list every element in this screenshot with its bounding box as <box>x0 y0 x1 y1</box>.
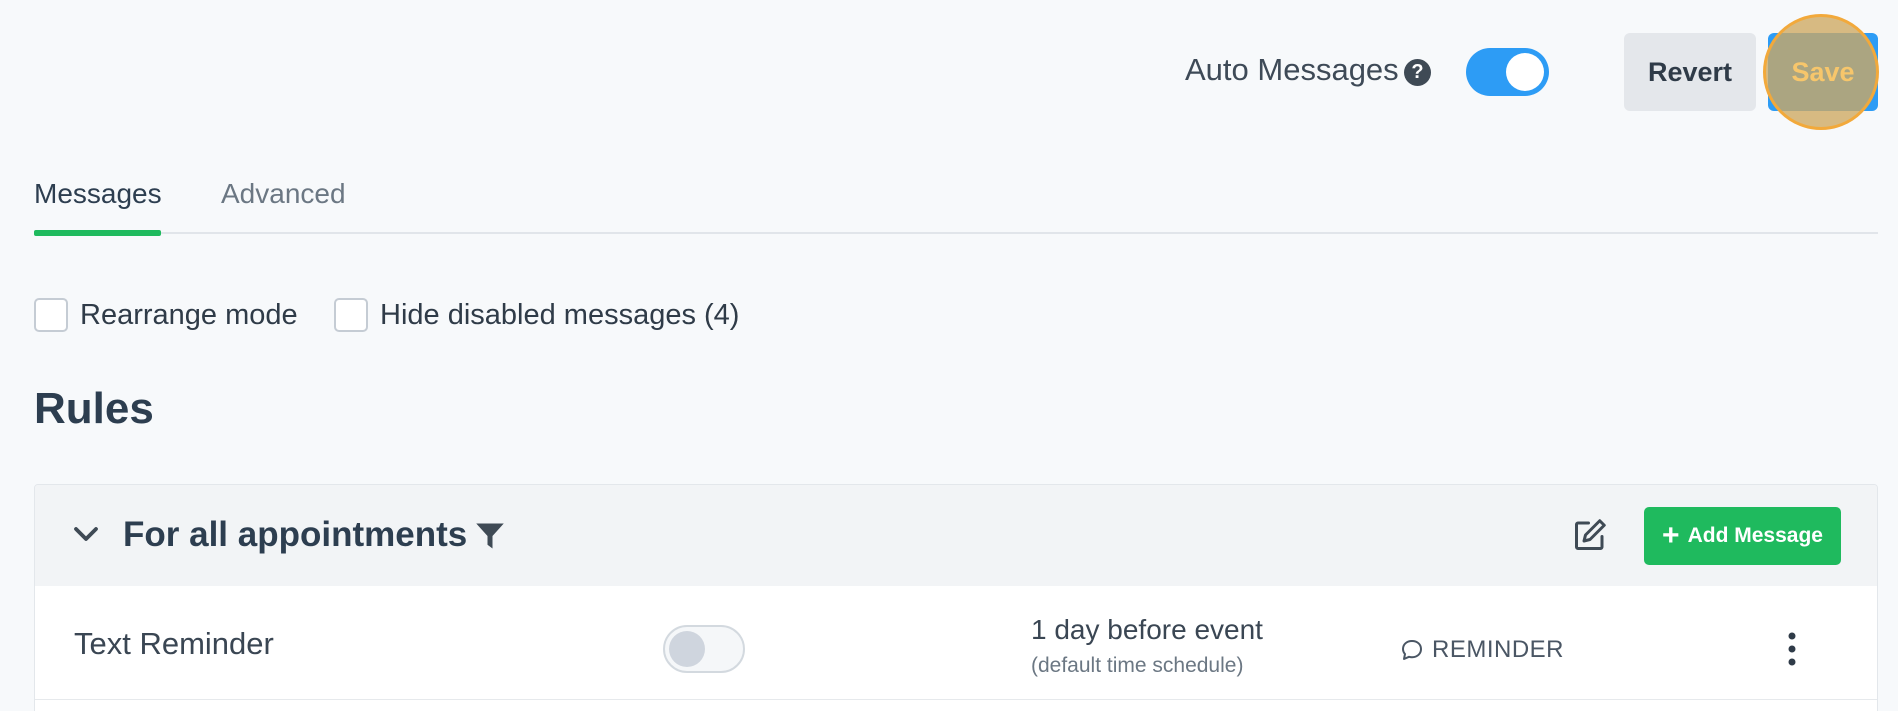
rearrange-mode-checkbox[interactable] <box>34 298 68 332</box>
auto-messages-page: Auto Messages ? Revert Save Messages Adv… <box>0 0 1898 711</box>
chevron-down-icon[interactable] <box>71 519 101 549</box>
hide-disabled-checkbox[interactable] <box>334 298 368 332</box>
edit-icon[interactable] <box>1572 517 1608 553</box>
rearrange-mode-label: Rearrange mode <box>80 298 298 331</box>
add-message-button[interactable]: + Add Message <box>1644 507 1841 565</box>
auto-messages-toggle[interactable] <box>1466 48 1549 96</box>
chat-bubble-icon <box>1402 640 1422 660</box>
tab-bar: Messages Advanced <box>34 172 1878 236</box>
toggle-knob <box>1506 53 1544 91</box>
auto-messages-label: Auto Messages <box>1185 52 1399 87</box>
message-row[interactable]: Text Reminder 1 day before event (defaul… <box>35 586 1877 700</box>
toggle-knob <box>669 631 705 667</box>
more-vertical-icon[interactable] <box>1787 632 1797 666</box>
help-icon[interactable]: ? <box>1404 59 1431 86</box>
plus-icon: + <box>1662 519 1680 552</box>
filter-icon[interactable] <box>475 520 505 552</box>
rearrange-mode-option[interactable]: Rearrange mode <box>34 297 298 333</box>
message-type-label: REMINDER <box>1432 636 1565 663</box>
message-schedule: (default time schedule) <box>1031 654 1244 677</box>
message-name: Text Reminder <box>74 626 274 661</box>
message-type: REMINDER <box>1400 636 1564 664</box>
hide-disabled-option[interactable]: Hide disabled messages (4) <box>334 297 739 333</box>
rule-group-title: For all appointments <box>123 515 468 554</box>
message-timing: 1 day before event <box>1031 614 1263 645</box>
rule-group-header: For all appointments + Add Message <box>35 485 1877 586</box>
add-message-label: Add Message <box>1687 524 1823 547</box>
message-enabled-toggle[interactable] <box>663 625 745 673</box>
rule-group: For all appointments + Add Message Text … <box>34 484 1878 711</box>
rules-heading: Rules <box>34 384 154 433</box>
tab-advanced[interactable]: Advanced <box>221 172 386 234</box>
hide-disabled-label: Hide disabled messages (4) <box>380 298 740 331</box>
revert-button[interactable]: Revert <box>1624 33 1756 111</box>
save-button[interactable] <box>1768 33 1878 111</box>
tab-messages[interactable]: Messages <box>34 172 162 236</box>
